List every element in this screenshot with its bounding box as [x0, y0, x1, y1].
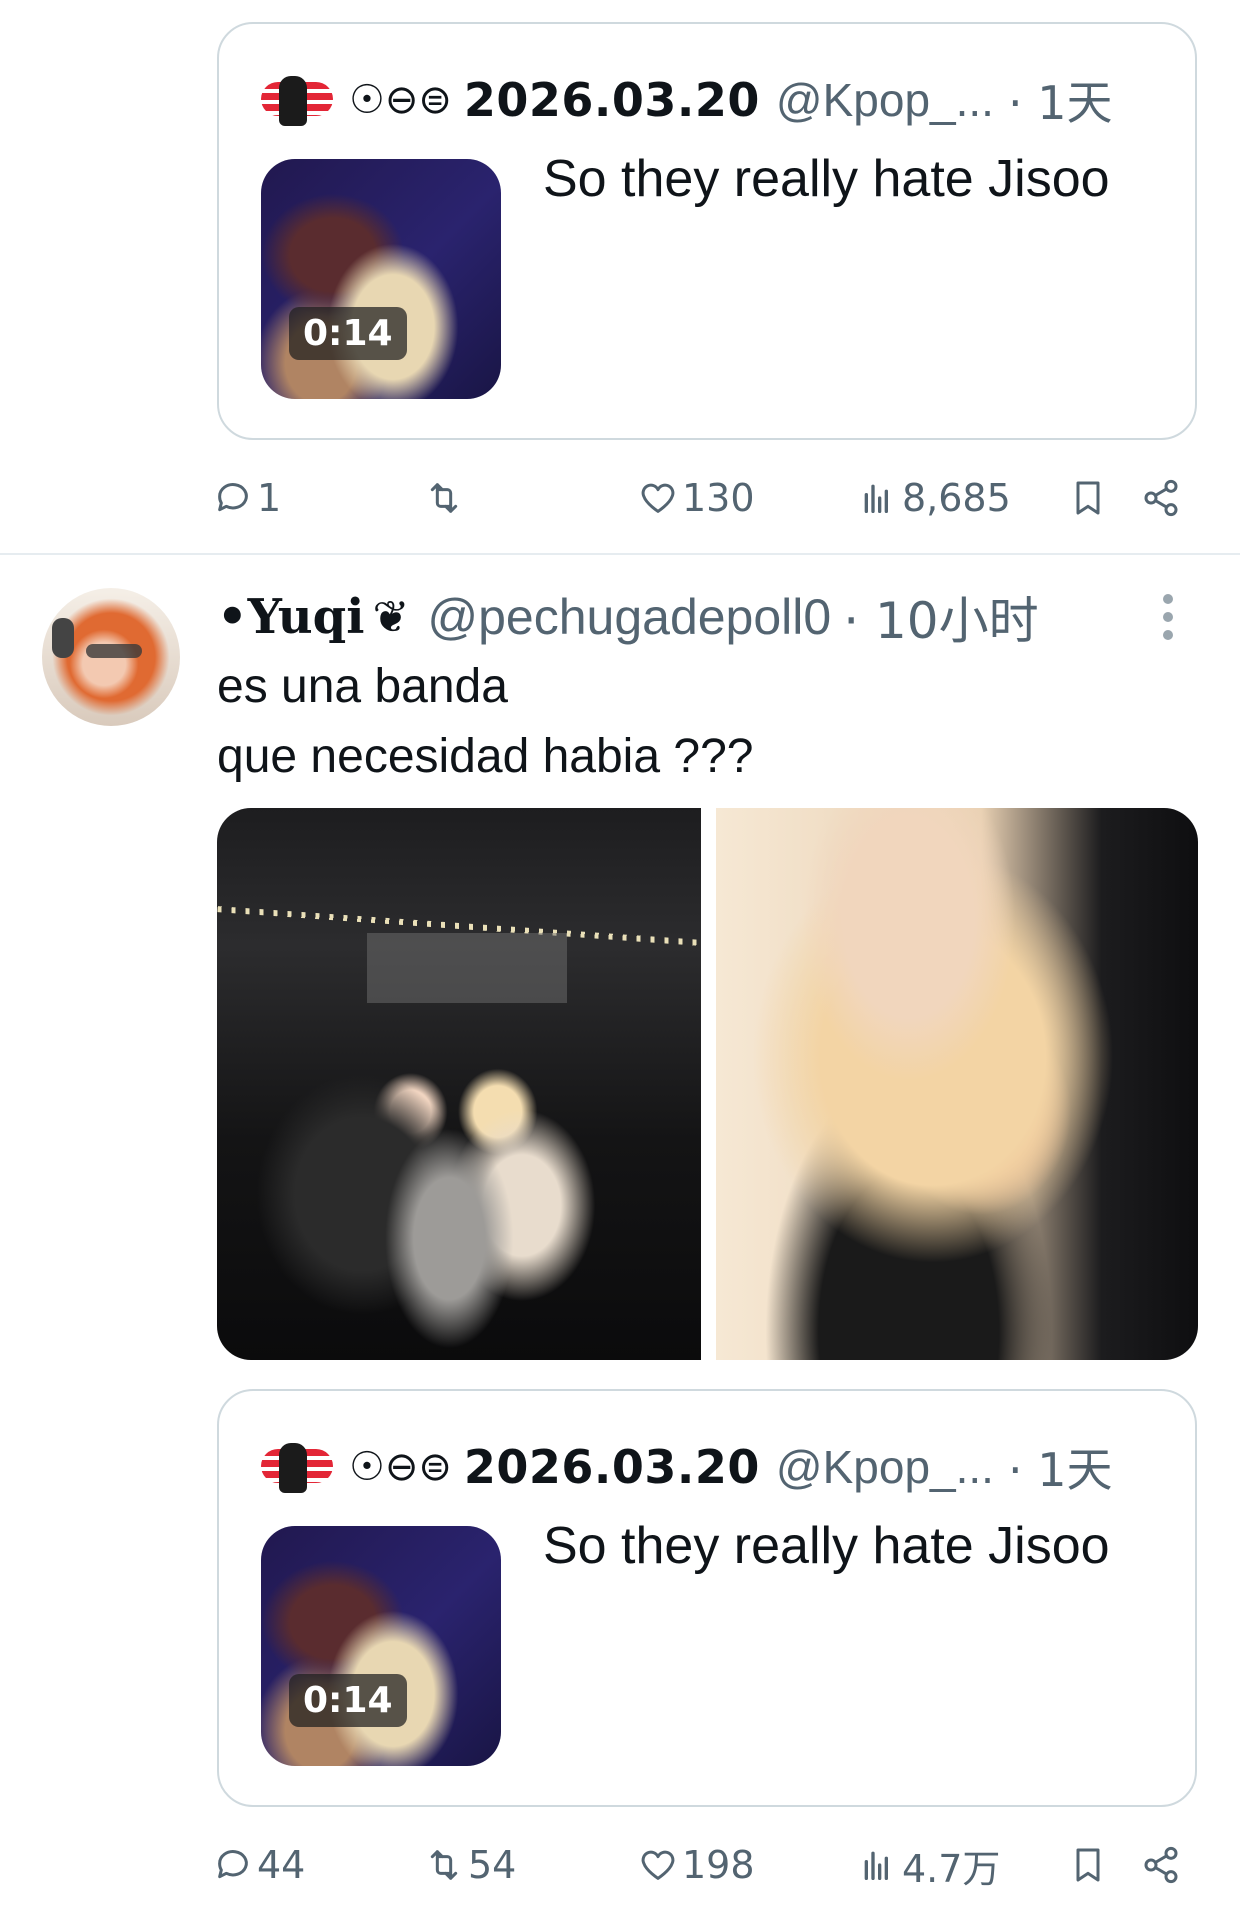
tweet-actions: 1 130 8,685 — [213, 468, 1193, 528]
bookmark-button[interactable] — [1068, 468, 1112, 528]
reply-icon — [218, 1850, 248, 1879]
quoted-display-name: 2026.03.20 — [463, 73, 760, 127]
views-icon — [864, 1851, 888, 1880]
share-button[interactable] — [1141, 1835, 1185, 1895]
reply-icon — [218, 483, 248, 512]
bookmark-button[interactable] — [1068, 1835, 1112, 1895]
like-count: 198 — [682, 1843, 755, 1887]
tweet-actions: 44 54 198 4.7万 — [213, 1835, 1193, 1895]
share-icon — [1144, 479, 1178, 517]
quoted-handle: @Kpop_... — [775, 1441, 994, 1493]
reply-button[interactable]: 44 — [213, 1835, 305, 1895]
tweet-text: es una banda que necesidad habia ??? — [217, 652, 753, 792]
reply-count: 44 — [257, 1843, 306, 1887]
tweet-text-line: es una banda — [217, 660, 508, 713]
quoted-tweet-card[interactable]: ☉⊖⊜ 2026.03.20 @Kpop_... · 1天 0:14 So th… — [217, 22, 1197, 440]
quoted-tweet-text: So they really hate Jisoo — [543, 1517, 1110, 1575]
view-count: 4.7万 — [902, 1846, 1001, 1891]
quoted-tweet-text: So they really hate Jisoo — [543, 150, 1110, 208]
retweet-count: 54 — [468, 1843, 517, 1887]
views-icon — [864, 484, 888, 513]
views-button[interactable]: 4.7万 — [858, 1835, 1000, 1895]
quoted-timestamp: · 1天 — [1007, 1443, 1113, 1497]
bookmark-icon — [1076, 481, 1100, 515]
like-count: 130 — [682, 476, 755, 520]
video-duration: 0:14 — [289, 307, 407, 360]
heart-icon — [641, 1850, 675, 1880]
display-name[interactable]: •Yuqi — [217, 589, 364, 645]
tweet-timestamp[interactable]: · 10小时 — [843, 581, 1038, 653]
quoted-tweet-header: ☉⊖⊜ 2026.03.20 @Kpop_... · 1天 — [261, 1437, 1155, 1497]
retweet-icon — [430, 483, 458, 513]
retweet-button[interactable]: 54 — [424, 1835, 516, 1895]
quoted-video-thumbnail[interactable]: 0:14 — [261, 159, 501, 399]
quoted-video-thumbnail[interactable]: 0:14 — [261, 1526, 501, 1766]
bookmark-icon — [1076, 1848, 1100, 1882]
share-button[interactable] — [1141, 468, 1185, 528]
heart-icon — [641, 483, 675, 513]
retweet-icon — [430, 1850, 458, 1880]
like-button[interactable]: 198 — [638, 1835, 755, 1895]
tweet-header: •Yuqi ❦ @pechugadepoll0 · 10小时 — [217, 582, 1039, 652]
name-emoji: ❦ — [372, 591, 410, 643]
like-button[interactable]: 130 — [638, 468, 755, 528]
tweet-divider — [0, 553, 1240, 555]
tweet-photo-group[interactable] — [217, 808, 701, 1360]
quoted-tweet-card[interactable]: ☉⊖⊜ 2026.03.20 @Kpop_... · 1天 0:14 So th… — [217, 1389, 1197, 1807]
reply-count: 1 — [257, 476, 282, 520]
quoted-handle: @Kpop_... — [775, 74, 994, 126]
quoted-timestamp: · 1天 — [1007, 76, 1113, 130]
quoted-avatar — [261, 1441, 333, 1493]
avatar[interactable] — [42, 588, 180, 726]
quoted-name-symbols: ☉⊖⊜ — [349, 77, 452, 123]
quoted-avatar — [261, 74, 333, 126]
quoted-name-symbols: ☉⊖⊜ — [349, 1444, 452, 1490]
video-duration: 0:14 — [289, 1674, 407, 1727]
retweet-button[interactable] — [424, 468, 468, 528]
views-button[interactable]: 8,685 — [858, 468, 1011, 528]
tweet-photo-closeup[interactable] — [716, 808, 1198, 1360]
view-count: 8,685 — [902, 476, 1011, 520]
reply-button[interactable]: 1 — [213, 468, 281, 528]
share-icon — [1144, 1846, 1178, 1884]
quoted-tweet-header: ☉⊖⊜ 2026.03.20 @Kpop_... · 1天 — [261, 70, 1155, 130]
user-handle[interactable]: @pechugadepoll0 — [427, 588, 831, 646]
quoted-display-name: 2026.03.20 — [463, 1440, 760, 1494]
tweet-text-line: que necesidad habia ??? — [217, 730, 754, 783]
more-icon[interactable] — [1150, 590, 1186, 644]
